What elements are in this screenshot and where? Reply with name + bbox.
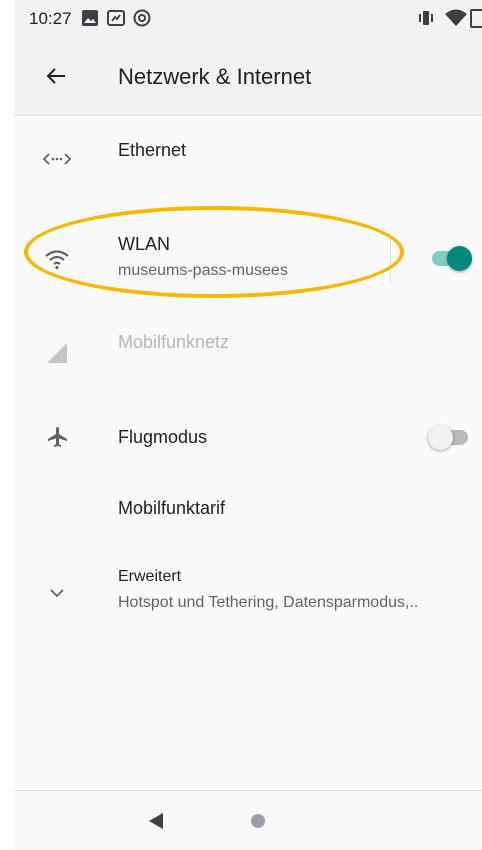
- advanced-summary: Hotspot und Tethering, Datensparmodus,..: [118, 594, 419, 611]
- vibrate-icon: [419, 11, 433, 25]
- chevron-down-icon: [40, 576, 74, 610]
- airplane-mode-toggle[interactable]: [426, 422, 476, 452]
- back-button[interactable]: [36, 56, 76, 96]
- navigation-bar: [14, 790, 482, 850]
- at-sign-icon: [133, 9, 151, 27]
- app-bar: Netzwerk & Internet: [14, 36, 482, 116]
- airplane-toggle-thumb: [428, 425, 453, 450]
- battery-icon: [470, 9, 482, 28]
- status-time: 10:27: [29, 9, 72, 28]
- nav-back-button[interactable]: [138, 803, 174, 839]
- settings-screen: 10:27 Netzwerk & Internet Ethernet WLAN …: [14, 0, 482, 850]
- page-title: Netzwerk & Internet: [118, 64, 312, 89]
- wlan-toggle-thumb: [447, 246, 472, 271]
- image-icon: [82, 10, 98, 26]
- advanced-item[interactable]: Erweitert Hotspot und Tethering, Datensp…: [14, 554, 482, 650]
- cellular-signal-icon: [40, 336, 74, 370]
- arrow-back-icon: [46, 68, 65, 84]
- advanced-title: Erweitert: [118, 568, 182, 585]
- home-circle-icon: [251, 814, 265, 828]
- mobile-network-title: Mobilfunknetz: [118, 332, 230, 352]
- ethernet-item[interactable]: Ethernet: [14, 118, 482, 206]
- airplane-icon: [40, 420, 74, 454]
- mobile-tariff-item[interactable]: Mobilfunktarif: [14, 478, 482, 554]
- status-bar: 10:27: [14, 0, 482, 36]
- nav-home-button[interactable]: [240, 803, 276, 839]
- airplane-mode-title: Flugmodus: [118, 427, 208, 447]
- ethernet-icon: [40, 142, 74, 176]
- wlan-toggle[interactable]: [426, 243, 476, 273]
- mobile-tariff-title: Mobilfunktarif: [118, 498, 226, 518]
- back-triangle-icon: [149, 813, 163, 829]
- airplane-mode-item[interactable]: Flugmodus: [14, 394, 482, 478]
- screen-icon: [107, 10, 125, 26]
- ethernet-title: Ethernet: [118, 140, 187, 160]
- wifi-signal-icon: [445, 9, 467, 26]
- highlight-ellipse: [24, 206, 404, 298]
